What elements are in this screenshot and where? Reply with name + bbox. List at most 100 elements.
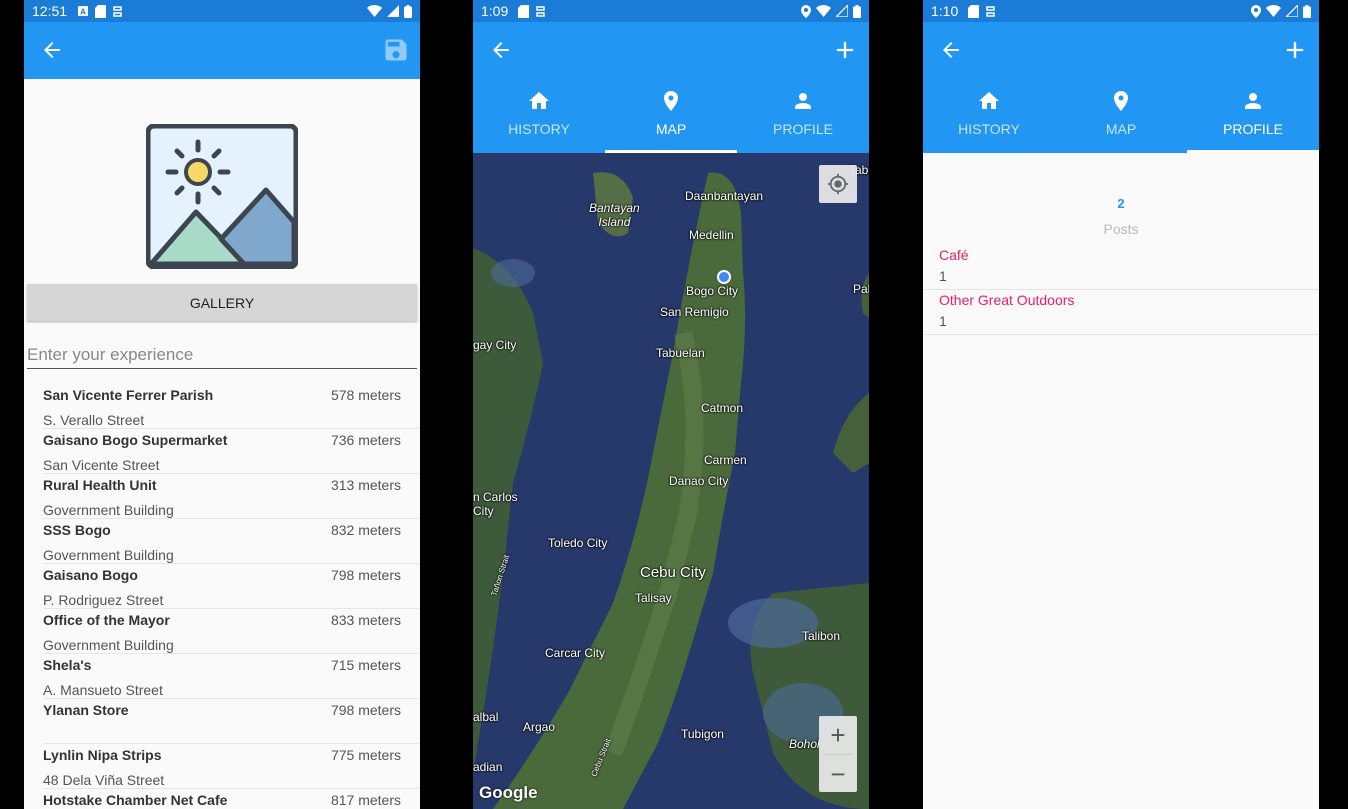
- map-label-san-remigio: San Remigio: [660, 305, 729, 319]
- current-location-dot: [717, 270, 731, 284]
- place-item[interactable]: SSS Bogo 832 meters Government Building: [43, 519, 420, 564]
- app-bar: [24, 22, 420, 79]
- sync-icon: [986, 5, 995, 17]
- zoom-controls: + −: [819, 716, 857, 792]
- tab-label: PROFILE: [773, 121, 833, 137]
- map-label-catmon: Catmon: [701, 401, 744, 415]
- tab-map[interactable]: MAP: [1055, 79, 1187, 153]
- map-label-talibon: Talibon: [802, 629, 841, 643]
- tab-map[interactable]: MAP: [605, 79, 737, 153]
- signal-icon: [836, 5, 848, 17]
- place-address: Government Building: [43, 637, 174, 653]
- location-status-icon: [1251, 4, 1261, 18]
- place-address: Government Building: [43, 547, 174, 563]
- map-label-danao: Danao City: [669, 474, 729, 488]
- place-item[interactable]: Ylanan Store 798 meters: [43, 699, 420, 744]
- sync-icon: [536, 5, 545, 17]
- map-label-tabuelan: Tabuelan: [656, 346, 705, 360]
- place-distance: 578 meters: [330, 387, 401, 403]
- system-icons: [1251, 4, 1311, 18]
- post-count-label: Posts: [1103, 221, 1139, 237]
- add-icon[interactable]: [1281, 36, 1309, 64]
- map-label-argao: Argao: [523, 720, 556, 734]
- back-arrow-icon[interactable]: [489, 38, 513, 62]
- place-distance: 798 meters: [330, 567, 401, 583]
- wifi-icon: [367, 5, 382, 17]
- place-distance: 775 meters: [330, 747, 401, 763]
- map-screen: 1:09 HISTORY MAP PROFILE Bantayan Island…: [473, 0, 869, 809]
- category-name: Café: [939, 247, 969, 263]
- experience-input[interactable]: [27, 342, 417, 369]
- place-item[interactable]: Lynlin Nipa Strips 775 meters 48 Dela Vi…: [43, 744, 420, 789]
- tab-profile[interactable]: PROFILE: [1187, 79, 1319, 153]
- location-status-icon: [801, 4, 811, 18]
- tab-label: HISTORY: [958, 121, 1020, 137]
- place-item[interactable]: Shela's 715 meters A. Mansueto Street: [43, 654, 420, 699]
- battery-icon: [404, 4, 412, 18]
- location-pin-icon: [1114, 91, 1128, 111]
- sd-card-icon: [95, 4, 107, 18]
- status-bar: 1:10: [923, 0, 1319, 22]
- google-logo: Google: [479, 783, 538, 802]
- status-bar: 12:51 A: [24, 0, 420, 22]
- app-bar: [923, 22, 1319, 79]
- map-label-adian: adian: [473, 760, 503, 774]
- place-distance: 313 meters: [330, 477, 401, 493]
- notification-icons: A: [77, 4, 123, 18]
- place-name: Gaisano Bogo Supermarket: [43, 432, 228, 448]
- place-item[interactable]: Rural Health Unit 313 meters Government …: [43, 474, 420, 519]
- wifi-icon: [816, 5, 831, 17]
- back-arrow-icon[interactable]: [40, 38, 64, 62]
- place-item[interactable]: Office of the Mayor 833 meters Governmen…: [43, 609, 420, 654]
- place-item[interactable]: Gaisano Bogo 798 meters P. Rodriguez Str…: [43, 564, 420, 609]
- map-label-pal: Pal: [853, 282, 869, 296]
- tab-history[interactable]: HISTORY: [923, 79, 1055, 153]
- place-name: San Vicente Ferrer Parish: [43, 387, 214, 403]
- tab-label: PROFILE: [1223, 121, 1283, 137]
- person-icon: [1245, 93, 1261, 109]
- my-location-button[interactable]: [819, 165, 857, 203]
- gallery-button[interactable]: GALLERY: [27, 284, 417, 321]
- category-row[interactable]: Other Great Outdoors 1: [923, 289, 1319, 335]
- satellite-map[interactable]: Bantayan Island Daanbantayan Medellin Bo…: [473, 153, 869, 809]
- map-label-san-carlos: n Carlos City: [473, 490, 518, 518]
- signal-icon: [1286, 5, 1298, 17]
- place-item[interactable]: Hotstake Chamber Net Cafe 817 meters: [43, 789, 403, 809]
- add-icon[interactable]: [831, 36, 859, 64]
- place-item[interactable]: San Vicente Ferrer Parish 578 meters S. …: [43, 384, 420, 429]
- battery-icon: [1303, 4, 1311, 18]
- place-distance: 817 meters: [330, 792, 401, 808]
- system-icons: [801, 4, 861, 18]
- tab-history[interactable]: HISTORY: [473, 79, 605, 153]
- back-arrow-icon[interactable]: [939, 38, 963, 62]
- place-name: Rural Health Unit: [43, 477, 157, 493]
- place-name: Ylanan Store: [43, 702, 129, 718]
- zoom-out-button[interactable]: −: [819, 755, 857, 793]
- zoom-in-button[interactable]: +: [819, 716, 857, 754]
- sd-card-icon: [968, 4, 980, 18]
- map-label-daanbantayan: Daanbantayan: [685, 189, 764, 203]
- tab-bar: HISTORY MAP PROFILE: [923, 79, 1319, 153]
- image-placeholder-icon[interactable]: [146, 124, 298, 269]
- home-icon: [529, 92, 549, 109]
- place-distance: 715 meters: [330, 657, 401, 673]
- system-icons: [367, 4, 412, 18]
- place-name: Shela's: [43, 657, 92, 673]
- tab-label: HISTORY: [508, 121, 570, 137]
- place-name: Hotstake Chamber Net Cafe: [43, 792, 228, 808]
- tab-profile[interactable]: PROFILE: [737, 79, 869, 153]
- place-address: 48 Dela Viña Street: [43, 772, 165, 788]
- status-time: 1:10: [931, 3, 959, 19]
- save-icon[interactable]: [382, 36, 410, 64]
- notification-icons: [518, 4, 546, 18]
- place-name: Office of the Mayor: [43, 612, 170, 628]
- place-name: Gaisano Bogo: [43, 567, 138, 583]
- status-bar: 1:09: [473, 0, 869, 22]
- profile-screen: 1:10 HISTORY MAP PROFILE 2 Posts Café 1 …: [923, 0, 1319, 809]
- category-row[interactable]: Café 1: [923, 244, 1319, 290]
- place-item[interactable]: Gaisano Bogo Supermarket 736 meters San …: [43, 429, 420, 474]
- place-distance: 736 meters: [330, 432, 401, 448]
- svg-text:A: A: [80, 8, 86, 17]
- map-label-albal: albal: [473, 710, 499, 724]
- tab-label: MAP: [1105, 121, 1137, 137]
